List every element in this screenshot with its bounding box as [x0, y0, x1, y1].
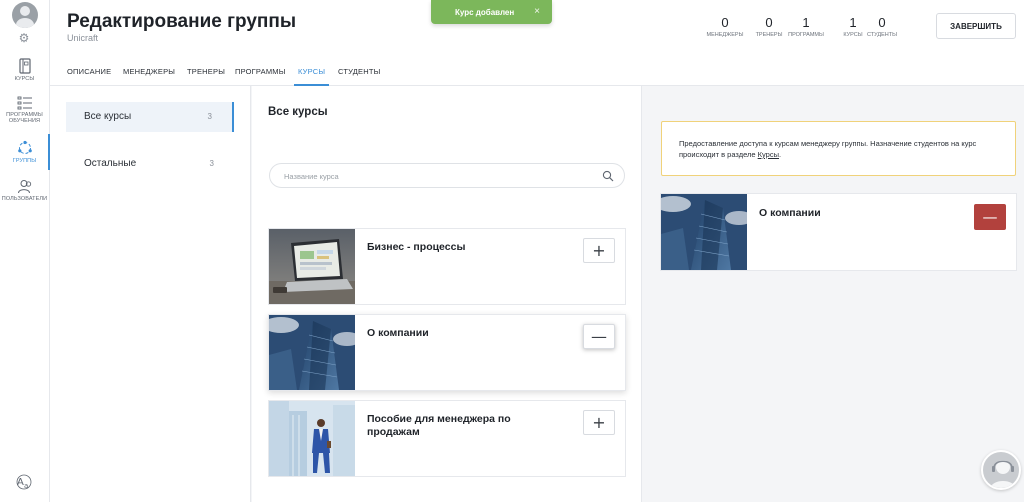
support-chat-button[interactable] [981, 450, 1021, 490]
tab-description[interactable]: ОПИСАНИЕ [67, 62, 111, 86]
selected-courses-panel: Предоставление доступа к курсам менеджер… [643, 86, 1024, 502]
stat-managers: 0 МЕНЕДЖЕРЫ [706, 15, 744, 38]
rail-item-label: ГРУППЫ [12, 158, 37, 164]
side-rail: ⚙ КУРСЫ ПРОГРАММЫ ОБУЧЕНИЯ ГРУППЫ ПОЛЬЗО… [0, 0, 50, 502]
selected-course-card: О компании — [660, 193, 1017, 271]
add-course-button[interactable]: + [583, 410, 615, 435]
list-icon [17, 96, 32, 110]
course-name: Бизнес - процессы [367, 241, 466, 253]
rail-item-programs[interactable]: ПРОГРАММЫ ОБУЧЕНИЯ [0, 96, 49, 124]
course-search [269, 163, 625, 188]
course-card: О компании — [268, 314, 626, 391]
filter-label: Остальные [84, 158, 137, 169]
stat-students: 0 СТУДЕНТЫ [867, 15, 897, 38]
book-icon [18, 58, 31, 74]
course-search-input[interactable] [284, 170, 584, 182]
rail-item-users[interactable]: ПОЛЬЗОВАТЕЛИ [0, 179, 49, 202]
toast-text: Курс добавлен [455, 8, 515, 17]
course-thumbnail [269, 229, 355, 304]
course-card: Бизнес - процессы + [268, 228, 626, 305]
filter-count: 3 [209, 159, 214, 168]
filter-other[interactable]: Остальные 3 [66, 149, 234, 179]
tab-trainers[interactable]: ТРЕНЕРЫ [187, 62, 225, 86]
course-thumbnail [269, 401, 355, 476]
finish-button[interactable]: ЗАВЕРШИТЬ [936, 13, 1016, 39]
language-icon[interactable]: Aa [16, 474, 32, 490]
tab-courses[interactable]: КУРСЫ [293, 62, 330, 86]
courses-link[interactable]: Курсы [758, 150, 779, 159]
course-name: О компании [759, 207, 821, 219]
info-notice: Предоставление доступа к курсам менеджер… [661, 121, 1016, 176]
course-card: Пособие для менеджера по продажам + [268, 400, 626, 477]
toast-notification: Курс добавлен × [431, 0, 552, 24]
user-avatar[interactable] [12, 2, 38, 28]
course-thumbnail [269, 315, 355, 390]
rail-item-label: ПРОГРАММЫ ОБУЧЕНИЯ [6, 112, 43, 124]
stat-programs: 1 ПРОГРАММЫ [788, 15, 824, 38]
filter-all-courses[interactable]: Все курсы 3 [66, 102, 234, 132]
users-icon [17, 180, 31, 194]
rail-item-label: КУРСЫ [14, 76, 35, 82]
info-text: Предоставление доступа к курсам менеджер… [679, 139, 977, 159]
toast-close-icon[interactable]: × [534, 6, 540, 17]
remove-selected-course-button[interactable]: — [974, 204, 1006, 230]
page-title: Редактирование группы [67, 11, 297, 32]
add-course-button[interactable]: + [583, 238, 615, 263]
rail-item-groups[interactable]: ГРУППЫ [0, 134, 50, 170]
filter-label: Все курсы [84, 111, 132, 122]
course-list-title: Все курсы [268, 106, 328, 118]
search-icon[interactable] [602, 170, 614, 182]
tab-managers[interactable]: МЕНЕДЖЕРЫ [123, 62, 175, 86]
rail-item-label: ПОЛЬЗОВАТЕЛИ [1, 196, 48, 202]
course-name: Пособие для менеджера по продажам [367, 413, 511, 438]
group-icon [17, 140, 32, 154]
remove-course-button[interactable]: — [583, 324, 615, 349]
rail-item-courses[interactable]: КУРСЫ [0, 58, 49, 82]
page-subtitle: Unicraft [67, 33, 99, 43]
filter-count: 3 [207, 112, 212, 121]
course-list-panel: Все курсы Бизнес - процессы + [252, 86, 642, 502]
tab-students[interactable]: СТУДЕНТЫ [338, 62, 381, 86]
settings-gear-icon[interactable]: ⚙ [18, 32, 30, 44]
course-thumbnail [661, 194, 747, 270]
course-name: О компании [367, 327, 429, 339]
filter-panel: Все курсы 3 Остальные 3 [50, 86, 251, 502]
tab-programs[interactable]: ПРОГРАММЫ [235, 62, 286, 86]
